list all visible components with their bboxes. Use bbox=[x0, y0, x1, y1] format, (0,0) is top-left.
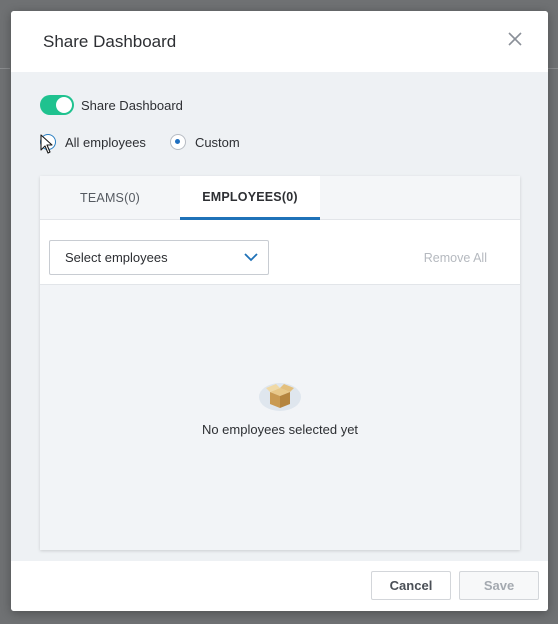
radio-all-employees[interactable]: All employees bbox=[40, 134, 146, 150]
radio-custom[interactable]: Custom bbox=[169, 134, 240, 150]
empty-state: No employees selected yet bbox=[40, 285, 520, 550]
backdrop-divider bbox=[548, 68, 558, 69]
share-target-panel: TEAMS(0) EMPLOYEES(0) Select employees R… bbox=[40, 176, 520, 550]
radio-custom-circle[interactable] bbox=[169, 134, 186, 150]
close-icon[interactable] bbox=[506, 30, 524, 48]
backdrop-divider bbox=[0, 68, 10, 69]
radio-custom-label: Custom bbox=[194, 134, 240, 150]
tab-employees[interactable]: EMPLOYEES(0) bbox=[180, 176, 320, 220]
share-scope-radio-group: All employees Custom bbox=[40, 134, 264, 150]
tab-teams[interactable]: TEAMS(0) bbox=[40, 176, 180, 220]
dialog-body: Share Dashboard All employees Custom TEA… bbox=[11, 72, 548, 561]
empty-state-message: No employees selected yet bbox=[201, 422, 359, 437]
employee-toolbar: Select employees Remove All bbox=[40, 220, 520, 285]
empty-box-icon bbox=[259, 383, 301, 411]
radio-all-employees-label: All employees bbox=[65, 134, 146, 150]
dialog-header: Share Dashboard bbox=[11, 11, 548, 72]
toggle-knob bbox=[56, 97, 72, 113]
share-toggle-row: Share Dashboard bbox=[40, 95, 183, 115]
dialog-footer: Cancel Save bbox=[11, 561, 548, 611]
tab-bar: TEAMS(0) EMPLOYEES(0) bbox=[40, 176, 520, 220]
dialog-title: Share Dashboard bbox=[43, 32, 177, 51]
chevron-down-icon bbox=[244, 253, 258, 262]
mouse-cursor-icon bbox=[40, 134, 53, 154]
remove-all-button[interactable]: Remove All bbox=[424, 251, 487, 265]
save-button[interactable]: Save bbox=[459, 571, 539, 600]
share-dashboard-toggle[interactable] bbox=[40, 95, 74, 115]
share-dashboard-dialog: Share Dashboard Share Dashboard All empl… bbox=[11, 11, 548, 611]
select-employees-value: Select employees bbox=[65, 250, 168, 265]
share-toggle-label: Share Dashboard bbox=[81, 97, 183, 113]
select-employees-dropdown[interactable]: Select employees bbox=[49, 240, 269, 275]
cancel-button[interactable]: Cancel bbox=[371, 571, 451, 600]
